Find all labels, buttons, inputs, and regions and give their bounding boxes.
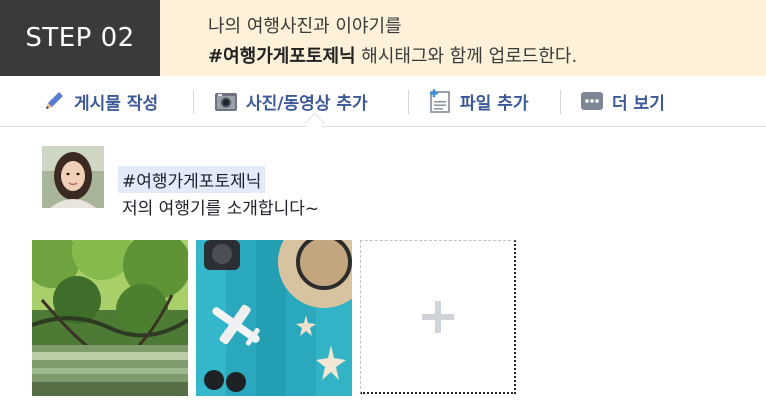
add-photo-button[interactable] [360,240,516,394]
toolbar-divider [408,90,409,114]
file-add-icon [430,89,450,113]
post-hashtag[interactable]: #여행가게포토제닉 [118,166,266,193]
camera-icon [215,93,237,111]
photo-thumbnail-forest[interactable] [32,240,188,396]
step-instruction-line2: #여행가게포토제닉 해시태그와 함께 업로드한다. [208,42,577,68]
add-file-label: 파일 추가 [460,93,529,114]
step-hashtag: #여행가게포토제닉 [208,46,356,67]
composer-toolbar: 게시물 작성 사진/동영상 추가 파일 추가 더 보기 [0,78,766,127]
pencil-icon [46,92,63,109]
step-instruction-line1: 나의 여행사진과 이야기를 [208,16,402,37]
step-badge: STEP 02 [0,0,160,76]
more-label: 더 보기 [612,93,665,114]
add-photo-video-label: 사진/동영상 추가 [246,93,368,114]
step-banner: STEP 02 나의 여행사진과 이야기를 #여행가게포토제닉 해시태그와 함께… [0,0,766,76]
add-file-tab[interactable]: 파일 추가 [428,86,528,116]
toolbar-divider [560,90,561,114]
write-post-tab[interactable]: 게시물 작성 [42,86,158,116]
post-composer: #여행가게포토제닉 저의 여행기를 소개합니다~ [0,128,766,228]
avatar [42,146,104,208]
add-photo-video-tab[interactable]: 사진/동영상 추가 [214,86,368,116]
photo-thumbnail-travel-items[interactable] [196,240,352,396]
write-post-label: 게시물 작성 [74,93,159,114]
more-icon [581,92,603,110]
step-instruction-rest: 해시태그와 함께 업로드한다. [355,46,578,67]
toolbar-divider [193,90,194,114]
more-tab[interactable]: 더 보기 [580,86,665,116]
plus-icon [421,300,454,333]
post-text[interactable]: 저의 여행기를 소개합니다~ [122,194,319,219]
